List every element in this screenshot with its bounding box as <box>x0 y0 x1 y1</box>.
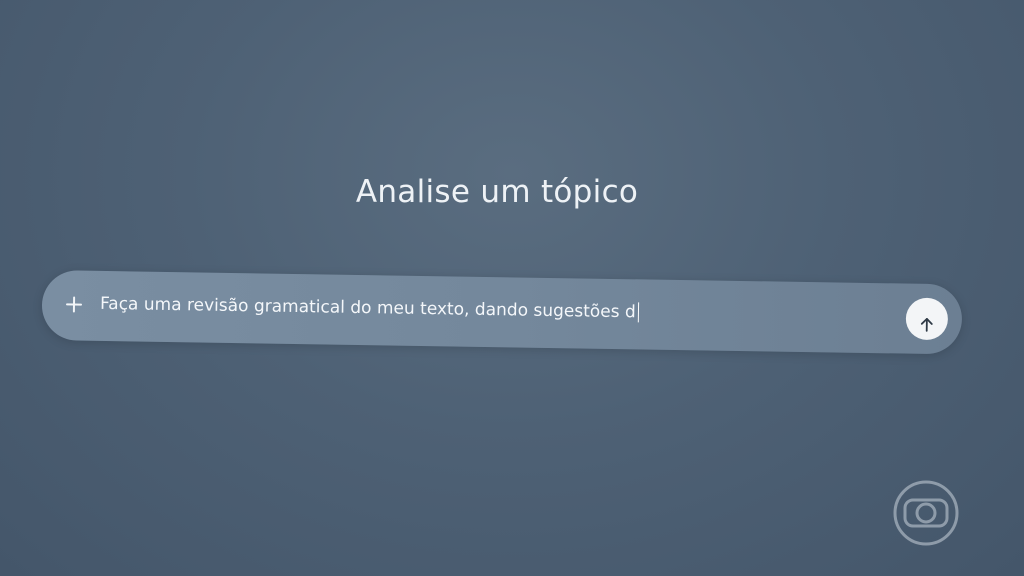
arrow-up-icon <box>920 317 933 332</box>
plus-icon[interactable] <box>62 292 86 316</box>
send-button[interactable] <box>905 297 949 341</box>
page-title: Analise um tópico <box>355 174 639 210</box>
app-screen: Analise um tópico Faça uma revisão grama… <box>0 0 1024 576</box>
prompt-input[interactable]: Faça uma revisão gramatical do meu texto… <box>100 289 890 331</box>
prompt-text: Faça uma revisão gramatical do meu texto… <box>99 293 636 323</box>
text-cursor <box>637 302 639 323</box>
broadcaster-logo-icon <box>893 480 959 546</box>
prompt-bar: Faça uma revisão gramatical do meu texto… <box>41 270 963 355</box>
